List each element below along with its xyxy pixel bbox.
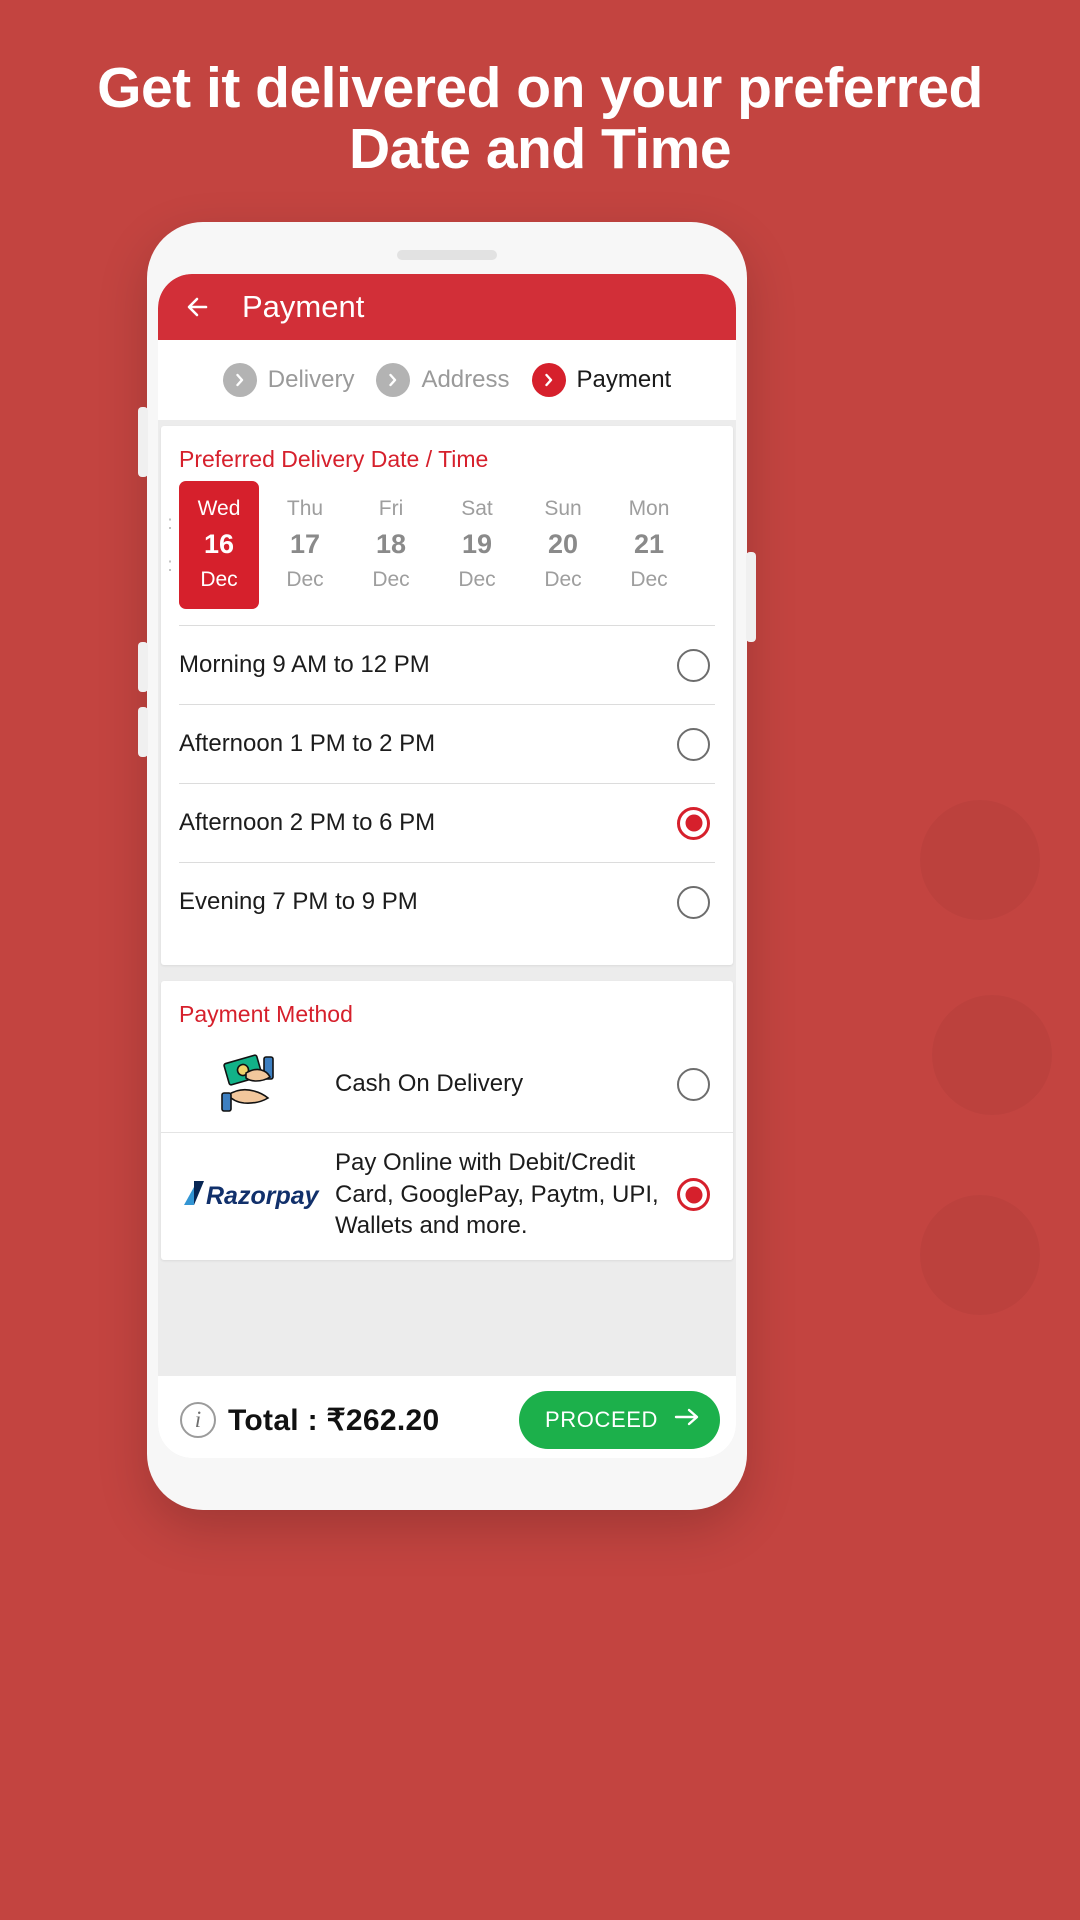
breadcrumb: Delivery Address Payment (158, 340, 736, 420)
payment-method-card: Payment Method Cash On Delivery Razorpay… (161, 981, 733, 1261)
date-chip-dow: Sat (461, 497, 493, 520)
date-chip-month: Dec (630, 567, 668, 591)
payment-method-label: Cash On Delivery (335, 1070, 524, 1098)
cash-on-delivery-icon (179, 1051, 329, 1117)
date-chip-month: Dec (286, 567, 324, 591)
time-slot-row[interactable]: Evening 7 PM to 9 PM (179, 862, 715, 941)
date-edge-mark: : (167, 555, 173, 577)
time-slot-radio[interactable] (677, 727, 710, 761)
total-amount: Total : ₹262.20 (228, 1403, 440, 1437)
breadcrumb-step-address[interactable]: Address (376, 363, 510, 397)
date-chip-month: Dec (544, 567, 582, 591)
date-chip-month: Dec (372, 567, 410, 591)
phone-side-button (138, 707, 148, 757)
time-slot-row[interactable]: Afternoon 1 PM to 2 PM (179, 704, 715, 783)
chevron-right-icon (376, 363, 411, 397)
date-edge-mark: : (167, 513, 173, 535)
time-slot-label: Afternoon 1 PM to 2 PM (179, 730, 436, 758)
breadcrumb-step-delivery[interactable]: Delivery (222, 363, 355, 397)
screen-content: Preferred Delivery Date / Time : : Wed 1… (158, 426, 736, 1458)
promo-headline: Get it delivered on your preferred Date … (97, 56, 983, 181)
date-chip-day: 19 (461, 528, 493, 559)
payment-method-radio[interactable] (677, 1178, 710, 1212)
date-chip-dow: Mon (628, 497, 670, 520)
app-bar: Payment (158, 274, 736, 340)
date-chip-dow: Thu (286, 497, 324, 520)
breadcrumb-step-label: Address (421, 366, 510, 393)
date-chip-dow: Sun (544, 497, 582, 520)
date-chip[interactable]: Sat 19 Dec (437, 481, 517, 609)
total-group: i Total : ₹262.20 (180, 1402, 439, 1438)
background-blob (920, 800, 1040, 920)
phone-mockup: Payment Delivery Address Payment Preferr… (138, 222, 756, 1510)
time-slot-label: Afternoon 2 PM to 6 PM (179, 809, 436, 837)
date-chip[interactable]: Sun 20 Dec (523, 481, 603, 609)
background-blob (932, 995, 1052, 1115)
date-strip-edge: : : (161, 481, 179, 609)
proceed-button[interactable]: PROCEED (519, 1391, 720, 1449)
svg-text:Razorpay: Razorpay (206, 1182, 320, 1210)
razorpay-logo: Razorpay (179, 1175, 329, 1215)
time-slot-label: Morning 9 AM to 12 PM (179, 651, 430, 679)
delivery-datetime-card: Preferred Delivery Date / Time : : Wed 1… (161, 426, 733, 966)
payment-card-title: Payment Method (179, 1001, 353, 1028)
time-slot-list: Morning 9 AM to 12 PM Afternoon 1 PM to … (161, 625, 733, 941)
date-chip[interactable]: Fri 18 Dec (351, 481, 431, 609)
breadcrumb-step-label: Delivery (267, 366, 355, 393)
time-slot-row[interactable]: Morning 9 AM to 12 PM (179, 625, 715, 704)
date-chip-day: 17 (289, 528, 321, 559)
time-slot-label: Evening 7 PM to 9 PM (179, 888, 418, 916)
date-chip-day: 21 (633, 528, 665, 559)
payment-method-row-razorpay[interactable]: Razorpay Pay Online with Debit/Credit Ca… (161, 1132, 733, 1256)
breadcrumb-step-payment[interactable]: Payment (531, 363, 672, 397)
date-chip-day: 20 (547, 528, 579, 559)
date-chip-dow: Fri (378, 497, 404, 520)
date-chip-month: Dec (200, 567, 238, 591)
breadcrumb-step-label: Payment (576, 366, 672, 393)
phone-side-button (138, 407, 148, 477)
payment-method-row-cod[interactable]: Cash On Delivery (161, 1036, 733, 1132)
bottom-total-bar: i Total : ₹262.20 PROCEED (158, 1376, 736, 1458)
payment-method-radio[interactable] (677, 1067, 710, 1101)
arrow-right-icon (674, 1407, 700, 1433)
date-chip[interactable]: Wed 16 Dec (179, 481, 259, 610)
chevron-right-icon (531, 363, 566, 397)
chevron-right-icon (222, 363, 257, 397)
date-selector[interactable]: : : Wed 16 Dec Thu 17 Dec Fri 18 Dec Sat… (161, 481, 733, 625)
delivery-card-title: Preferred Delivery Date / Time (179, 446, 489, 472)
back-arrow-icon[interactable] (180, 287, 220, 327)
date-chip[interactable]: Mon 21 Dec (609, 481, 689, 609)
time-slot-radio[interactable] (677, 885, 710, 919)
date-chip-day: 16 (203, 528, 235, 559)
time-slot-row[interactable]: Afternoon 2 PM to 6 PM (179, 783, 715, 862)
phone-screen: Payment Delivery Address Payment Preferr… (158, 274, 736, 1458)
time-slot-radio[interactable] (677, 806, 710, 840)
date-chip-dow: Wed (197, 497, 241, 520)
date-chip-month: Dec (458, 567, 496, 591)
proceed-button-label: PROCEED (545, 1407, 658, 1432)
payment-method-label: Pay Online with Debit/Credit Card, Googl… (335, 1149, 659, 1240)
phone-side-button (138, 642, 148, 692)
phone-top-bezel (147, 222, 747, 274)
date-chip[interactable]: Thu 17 Dec (265, 481, 345, 609)
phone-side-button (746, 552, 756, 642)
info-icon[interactable]: i (180, 1402, 216, 1438)
page-title: Payment (242, 289, 365, 324)
background-blob (920, 1195, 1040, 1315)
phone-speaker (397, 250, 497, 260)
date-chip-day: 18 (375, 528, 407, 559)
time-slot-radio[interactable] (677, 648, 710, 682)
